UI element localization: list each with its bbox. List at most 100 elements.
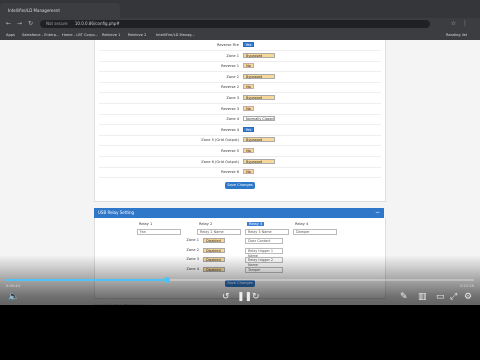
row-divider — [99, 134, 381, 136]
forward-icon[interactable]: ↻ — [252, 292, 260, 302]
row-divider — [99, 124, 381, 126]
relay-form-row: Reverse 4 Yes — [95, 126, 385, 136]
row-label: Reverse 4 — [221, 127, 239, 132]
reverse-toggle[interactable]: Yes — [243, 42, 254, 47]
row-label: Reverse 6 — [221, 170, 239, 175]
relay-form-row: Reverse 6 No — [95, 169, 385, 179]
url-field[interactable]: Not secure 10.0.0.86/config.php# — [40, 20, 430, 28]
row-divider — [99, 81, 381, 83]
relay-name-input[interactable]: Relay 2 Name — [197, 229, 241, 235]
row-divider — [99, 113, 381, 115]
relay-column-header: Relay 4 — [295, 222, 309, 226]
pause-icon[interactable]: ❚❚ — [237, 292, 252, 302]
captions-icon[interactable]: ▭ — [436, 292, 445, 302]
save-changes-button[interactable]: Save Changes — [225, 182, 255, 189]
row-label: Zone 3 — [226, 96, 239, 100]
player-bottom — [0, 305, 480, 360]
zone-select[interactable]: Bypassed — [243, 52, 275, 58]
row-label: Reverse 5 — [221, 149, 239, 153]
usb-relay-header[interactable]: USB Relay Setting − — [94, 208, 384, 218]
zone-select[interactable]: Bypassed — [243, 158, 275, 164]
relay-name-input[interactable]: Fan — [137, 229, 181, 235]
relay-column-header: Relay 2 — [199, 222, 213, 226]
row-divider — [99, 71, 381, 73]
row-label: Zone 6 (Grid Output) — [201, 159, 239, 164]
row-divider — [99, 92, 381, 94]
nav-buttons[interactable]: ←→↻ — [6, 20, 39, 28]
relay-name-input[interactable]: Damper — [293, 229, 337, 235]
relay-form-row: Zone 6 (Grid Output) Bypassed — [95, 158, 385, 168]
progress-fill — [6, 279, 168, 281]
relay-form-row: Zone 3 Bypassed — [95, 95, 385, 104]
row-divider — [99, 60, 381, 62]
row-label: Zone 1 — [226, 53, 239, 58]
usb-zone-label: Zone 1 — [186, 238, 199, 242]
bookmark-retrieve-2[interactable]: Retrieve 2 — [128, 30, 146, 40]
relay-form-row: Zone 5 (Grid Output) Bypassed — [95, 137, 385, 147]
total-time: 0:21:29 — [460, 284, 474, 288]
row-divider — [99, 50, 381, 51]
zone-select[interactable]: Bypassed — [243, 73, 275, 79]
row-label: Reverse 2 — [221, 85, 239, 90]
current-time: 0:09:44 — [6, 284, 20, 288]
bookmark-salesforce[interactable]: Salesforce - Enterp... — [22, 30, 60, 40]
zone-select[interactable]: Bypassed — [243, 137, 275, 143]
library-icon[interactable]: ▥ — [418, 292, 427, 302]
fullscreen-icon[interactable]: ⤢ — [450, 292, 457, 302]
relay-form-row: Reverse 2 No — [95, 84, 385, 94]
reverse-toggle[interactable]: No — [243, 105, 254, 111]
security-label: Not secure — [46, 21, 68, 26]
bookmark-retrieve-1[interactable]: Retrieve 1 — [102, 30, 120, 40]
address-bar-row: ←→↻ Not secure 10.0.0.86/config.php# ☆⋮ — [0, 18, 480, 30]
row-label: Zone 4 — [226, 117, 239, 122]
bookmark-apps[interactable]: Apps — [6, 30, 15, 40]
usb-relay-title: USB Relay Setting — [98, 210, 135, 215]
relay-form-card: Reverse Fire Yes Zone 1 Bypassed Reverse 1 No… — [94, 40, 386, 202]
relay-form-row: Reverse Fire Yes — [95, 42, 385, 51]
row-divider — [99, 103, 381, 104]
browser-tab-bar: Intellifire/LD Management — [0, 0, 480, 18]
row-divider — [99, 145, 381, 147]
reverse-toggle[interactable]: No — [243, 169, 254, 175]
bookmark-home[interactable]: Home - LBT Corpo... — [62, 30, 98, 40]
zone-select[interactable]: Normally Closed — [243, 116, 275, 122]
browser-tab[interactable]: Intellifire/LD Management — [0, 3, 120, 18]
settings-icon[interactable]: ⚙ — [464, 292, 472, 302]
relay-form-row: Reverse 1 No — [95, 63, 385, 73]
bookmark-intellifire[interactable]: IntelliFire/LD Manag... — [156, 30, 195, 40]
minus-icon[interactable]: − — [375, 208, 380, 218]
relay-name-input[interactable]: Relay 3 Name — [245, 229, 289, 235]
row-divider — [99, 166, 381, 168]
usb-zone-select[interactable]: Disabled — [203, 247, 225, 253]
row-label: Reverse 1 — [221, 64, 239, 69]
edit-icon[interactable]: ✎ — [400, 292, 408, 302]
usb-zone-input[interactable]: Relay trigger 1 Name — [245, 247, 283, 258]
volume-icon[interactable]: 🔈 — [8, 292, 19, 302]
bookmark-reading-list[interactable]: Reading list — [446, 30, 467, 40]
toolbar-icons[interactable]: ☆⋮ — [451, 20, 474, 28]
usb-zone-label: Zone 2 — [186, 247, 199, 252]
replay-icon[interactable]: ↺ — [222, 292, 230, 302]
reverse-toggle[interactable]: No — [243, 148, 254, 153]
tab-title: Intellifire/LD Management — [8, 8, 60, 13]
row-divider — [99, 156, 381, 157]
row-label: Reverse Fire — [216, 43, 239, 47]
relay-column-header: Relay 3 — [247, 222, 265, 226]
row-divider — [99, 177, 381, 179]
relay-form-row: Zone 1 Bypassed — [95, 52, 385, 62]
reverse-toggle[interactable]: No — [243, 84, 254, 90]
relay-form-row: Zone 2 Bypassed — [95, 73, 385, 83]
row-label: Reverse 3 — [221, 106, 239, 111]
usb-zone-input[interactable]: Door Contact — [245, 238, 283, 244]
reverse-toggle[interactable]: No — [243, 63, 254, 69]
relay-column-header: Relay 1 — [139, 222, 153, 226]
row-label: Zone 2 — [226, 74, 239, 79]
row-label: Zone 5 (Grid Output) — [201, 138, 239, 143]
zone-select[interactable]: Bypassed — [243, 95, 275, 100]
relay-form-row: Reverse 3 No — [95, 105, 385, 115]
usb-zone-select[interactable]: Disabled — [203, 238, 225, 243]
relay-form-row: Zone 4 Normally Closed — [95, 116, 385, 126]
url-text: 10.0.0.86/config.php# — [74, 21, 120, 26]
reverse-toggle[interactable]: Yes — [243, 126, 254, 132]
video-progress-bar[interactable] — [6, 277, 474, 283]
